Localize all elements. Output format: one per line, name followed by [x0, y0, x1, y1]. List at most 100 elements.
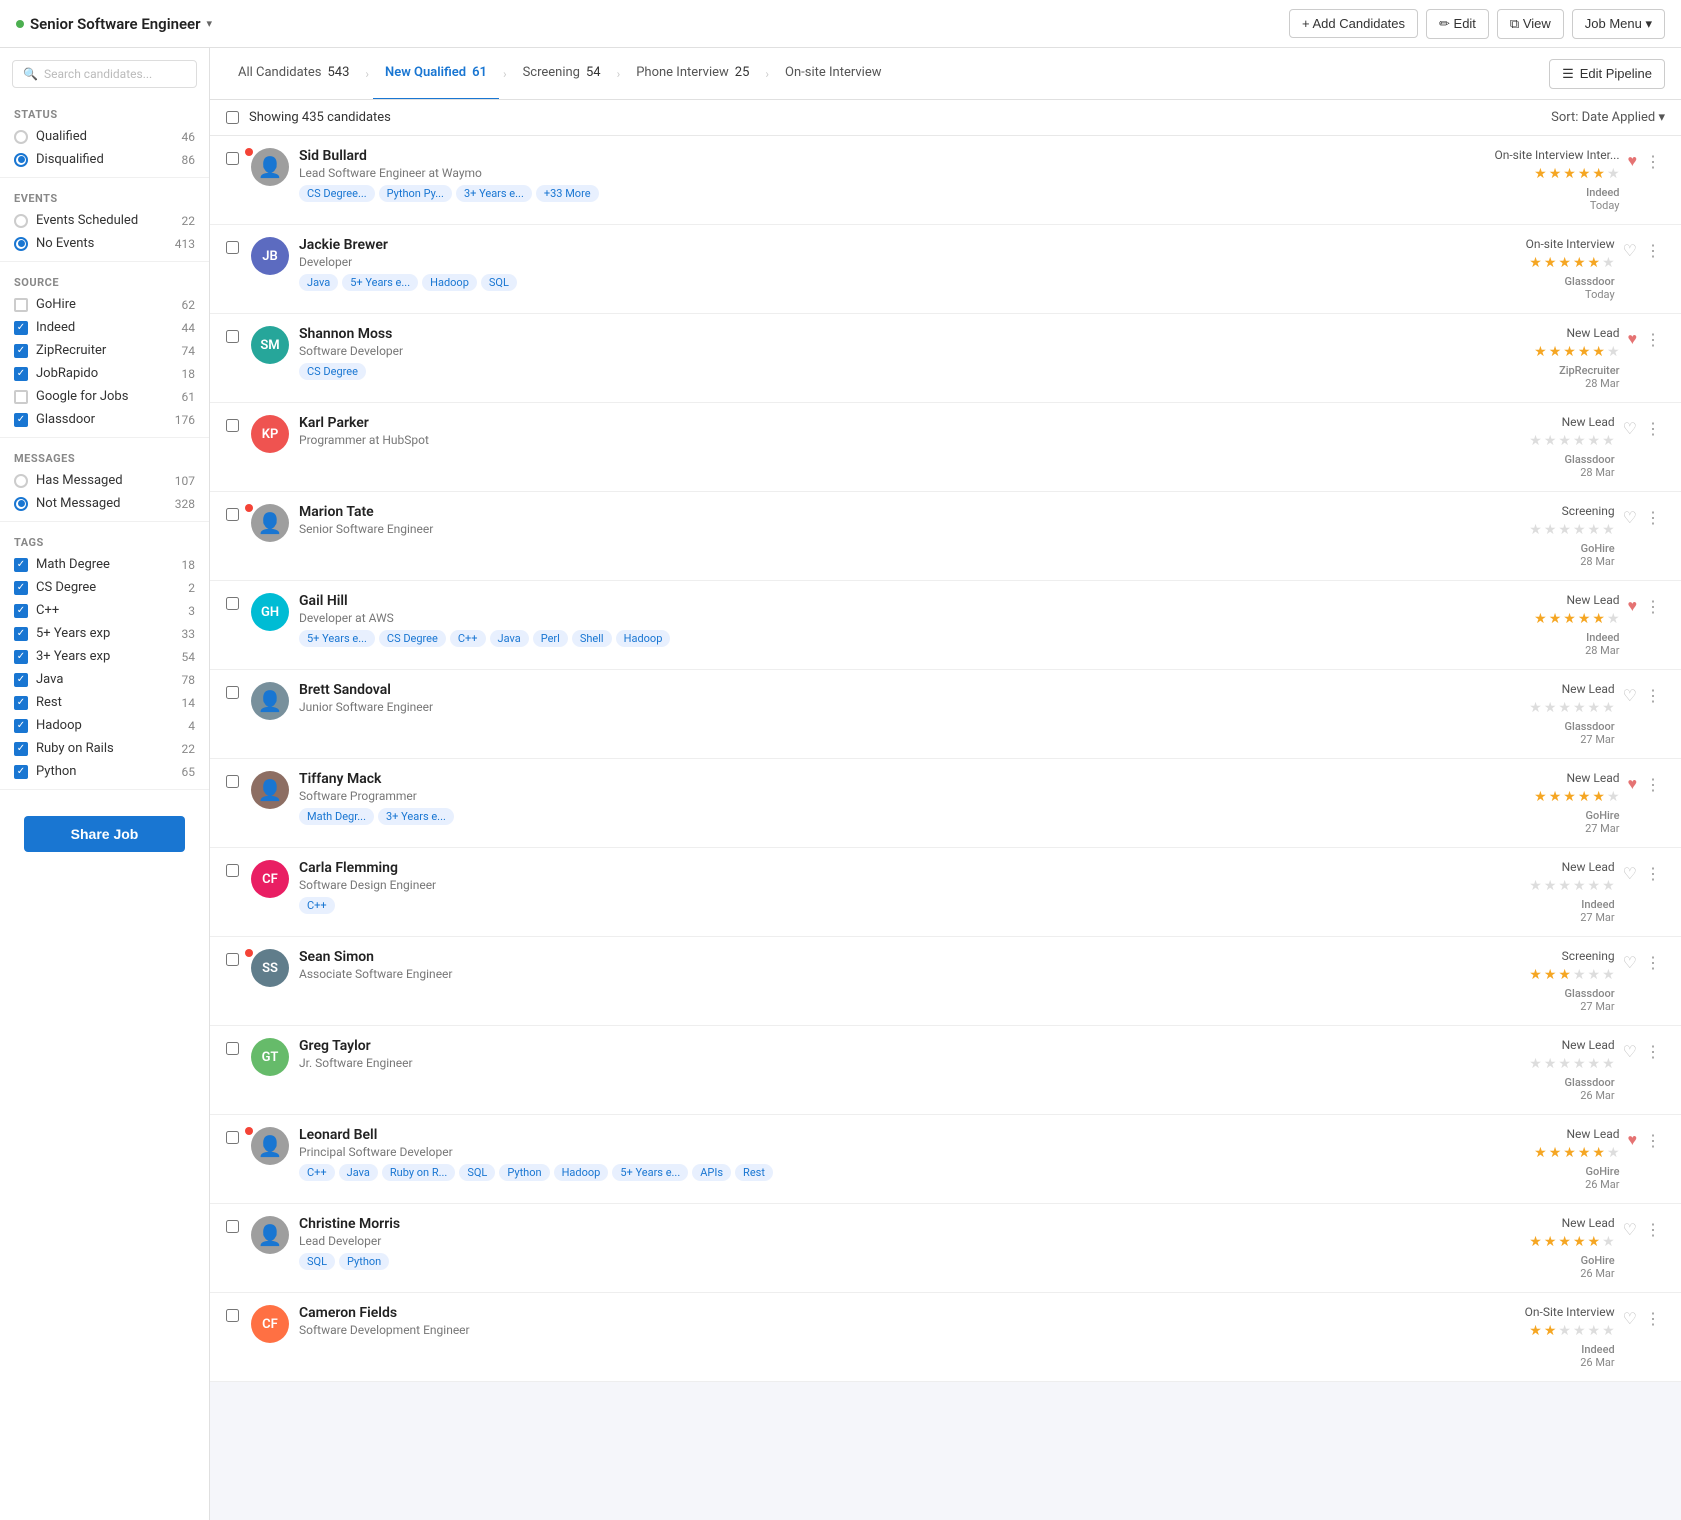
checkbox-control[interactable]	[14, 765, 28, 779]
more-options-button[interactable]: ⋮	[1641, 417, 1665, 441]
radio-control[interactable]	[14, 237, 28, 251]
candidate-row[interactable]: GT Greg Taylor Jr. Software Engineer New…	[210, 1026, 1681, 1115]
share-job-button[interactable]: Share Job	[24, 816, 185, 852]
like-button[interactable]: ♡	[1623, 1042, 1637, 1062]
checkbox-control[interactable]	[14, 298, 28, 312]
more-options-button[interactable]: ⋮	[1641, 239, 1665, 263]
job-title-dropdown-icon[interactable]: ▾	[207, 17, 213, 30]
checkbox-control[interactable]	[14, 673, 28, 687]
checkbox-control[interactable]	[14, 742, 28, 756]
like-button[interactable]: ♥	[1628, 598, 1638, 616]
candidate-row[interactable]: CF Carla Flemming Software Design Engine…	[210, 848, 1681, 937]
filter-item[interactable]: Java 78	[0, 668, 209, 691]
radio-control[interactable]	[14, 153, 28, 167]
more-options-button[interactable]: ⋮	[1641, 1040, 1665, 1064]
like-button[interactable]: ♡	[1623, 419, 1637, 439]
filter-item[interactable]: Disqualified 86	[0, 148, 209, 171]
candidate-checkbox[interactable]	[226, 775, 239, 788]
more-options-button[interactable]: ⋮	[1641, 862, 1665, 886]
filter-item[interactable]: Google for Jobs 61	[0, 385, 209, 408]
tab-on-site-interview[interactable]: On-site Interview	[773, 48, 893, 100]
edit-pipeline-button[interactable]: ☰ Edit Pipeline	[1549, 59, 1665, 89]
checkbox-control[interactable]	[14, 696, 28, 710]
candidate-row[interactable]: 👤 Christine Morris Lead Developer SQLPyt…	[210, 1204, 1681, 1293]
tab-phone-interview[interactable]: Phone Interview 25	[624, 48, 761, 100]
candidate-checkbox[interactable]	[226, 241, 239, 254]
candidate-row[interactable]: 👤 Leonard Bell Principal Software Develo…	[210, 1115, 1681, 1204]
checkbox-control[interactable]	[14, 627, 28, 641]
filter-item[interactable]: Events Scheduled 22	[0, 209, 209, 232]
like-button[interactable]: ♡	[1623, 241, 1637, 261]
filter-item[interactable]: 5+ Years exp 33	[0, 622, 209, 645]
more-options-button[interactable]: ⋮	[1641, 328, 1665, 352]
checkbox-control[interactable]	[14, 581, 28, 595]
search-box[interactable]: 🔍 Search candidates...	[12, 60, 197, 88]
more-options-button[interactable]: ⋮	[1641, 951, 1665, 975]
like-button[interactable]: ♥	[1628, 776, 1638, 794]
filter-item[interactable]: 3+ Years exp 54	[0, 645, 209, 668]
more-options-button[interactable]: ⋮	[1641, 1218, 1665, 1242]
filter-item[interactable]: Glassdoor 176	[0, 408, 209, 431]
candidate-row[interactable]: 👤 Brett Sandoval Junior Software Enginee…	[210, 670, 1681, 759]
candidate-row[interactable]: SM Shannon Moss Software Developer CS De…	[210, 314, 1681, 403]
like-button[interactable]: ♥	[1628, 153, 1638, 171]
radio-control[interactable]	[14, 130, 28, 144]
checkbox-control[interactable]	[14, 390, 28, 404]
like-button[interactable]: ♡	[1623, 1220, 1637, 1240]
checkbox-control[interactable]	[14, 558, 28, 572]
candidate-row[interactable]: CF Cameron Fields Software Development E…	[210, 1293, 1681, 1382]
filter-item[interactable]: Python 65	[0, 760, 209, 783]
candidate-row[interactable]: 👤 Tiffany Mack Software Programmer Math …	[210, 759, 1681, 848]
checkbox-control[interactable]	[14, 413, 28, 427]
filter-item[interactable]: CS Degree 2	[0, 576, 209, 599]
filter-item[interactable]: ZipRecruiter 74	[0, 339, 209, 362]
like-button[interactable]: ♡	[1623, 686, 1637, 706]
candidate-checkbox[interactable]	[226, 330, 239, 343]
candidate-checkbox[interactable]	[226, 1309, 239, 1322]
sort-button[interactable]: Sort: Date Applied ▾	[1551, 110, 1665, 125]
filter-item[interactable]: Ruby on Rails 22	[0, 737, 209, 760]
radio-control[interactable]	[14, 474, 28, 488]
job-menu-button[interactable]: Job Menu ▾	[1572, 9, 1665, 39]
filter-item[interactable]: Math Degree 18	[0, 553, 209, 576]
like-button[interactable]: ♥	[1628, 1132, 1638, 1150]
filter-item[interactable]: GoHire 62	[0, 293, 209, 316]
more-options-button[interactable]: ⋮	[1641, 595, 1665, 619]
candidate-checkbox[interactable]	[226, 953, 239, 966]
more-options-button[interactable]: ⋮	[1641, 1307, 1665, 1331]
candidate-row[interactable]: JB Jackie Brewer Developer Java5+ Years …	[210, 225, 1681, 314]
more-options-button[interactable]: ⋮	[1641, 684, 1665, 708]
more-options-button[interactable]: ⋮	[1641, 773, 1665, 797]
add-candidates-button[interactable]: + Add Candidates	[1289, 9, 1418, 38]
checkbox-control[interactable]	[14, 367, 28, 381]
tab-all-candidates[interactable]: All Candidates 543	[226, 48, 361, 100]
more-options-button[interactable]: ⋮	[1641, 150, 1665, 174]
candidate-checkbox[interactable]	[226, 419, 239, 432]
checkbox-control[interactable]	[14, 344, 28, 358]
checkbox-control[interactable]	[14, 321, 28, 335]
like-button[interactable]: ♡	[1623, 864, 1637, 884]
like-button[interactable]: ♡	[1623, 953, 1637, 973]
candidate-checkbox[interactable]	[226, 597, 239, 610]
more-options-button[interactable]: ⋮	[1641, 506, 1665, 530]
view-button[interactable]: ⧉ View	[1497, 9, 1564, 39]
filter-item[interactable]: Qualified 46	[0, 125, 209, 148]
checkbox-control[interactable]	[14, 719, 28, 733]
checkbox-control[interactable]	[14, 650, 28, 664]
filter-item[interactable]: No Events 413	[0, 232, 209, 255]
select-all-checkbox[interactable]	[226, 111, 239, 124]
like-button[interactable]: ♥	[1628, 331, 1638, 349]
filter-item[interactable]: Indeed 44	[0, 316, 209, 339]
tab-screening[interactable]: Screening 54	[511, 48, 613, 100]
candidate-row[interactable]: GH Gail Hill Developer at AWS 5+ Years e…	[210, 581, 1681, 670]
filter-item[interactable]: Not Messaged 328	[0, 492, 209, 515]
candidate-row[interactable]: KP Karl Parker Programmer at HubSpot New…	[210, 403, 1681, 492]
filter-item[interactable]: Rest 14	[0, 691, 209, 714]
candidate-checkbox[interactable]	[226, 508, 239, 521]
filter-item[interactable]: Hadoop 4	[0, 714, 209, 737]
candidate-checkbox[interactable]	[226, 152, 239, 165]
candidate-checkbox[interactable]	[226, 1042, 239, 1055]
radio-control[interactable]	[14, 497, 28, 511]
candidate-checkbox[interactable]	[226, 686, 239, 699]
radio-control[interactable]	[14, 214, 28, 228]
